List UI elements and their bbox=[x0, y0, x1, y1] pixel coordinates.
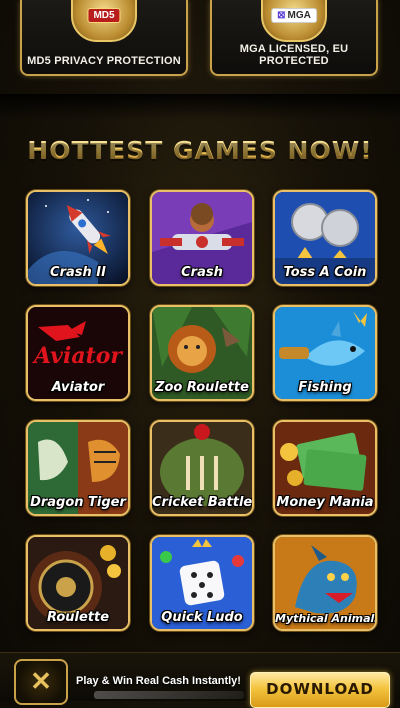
game-title: Mythical Animals bbox=[275, 612, 377, 625]
app-logo-icon: ✕ bbox=[14, 659, 68, 705]
game-title: Quick Ludo bbox=[161, 610, 243, 625]
game-tile-cricket-battle[interactable]: Cricket Battle bbox=[150, 420, 254, 516]
banner-tagline: Play & Win Real Cash Instantly! bbox=[76, 675, 241, 687]
game-title: Zoo Roulette bbox=[155, 380, 249, 395]
game-title: Dragon Tiger bbox=[30, 495, 126, 510]
game-tile-aviator[interactable]: Aviator Aviator bbox=[26, 305, 130, 401]
download-button[interactable]: DOWNLOAD bbox=[250, 672, 390, 708]
game-title: Aviator bbox=[51, 380, 105, 395]
game-tile-roulette[interactable]: Roulette bbox=[26, 535, 130, 631]
game-tile-money-mania[interactable]: Money Mania bbox=[273, 420, 377, 516]
game-title: Cricket Battle bbox=[152, 495, 253, 510]
download-button-label: DOWNLOAD bbox=[266, 680, 374, 698]
game-tile-fishing[interactable]: Fishing bbox=[273, 305, 377, 401]
game-title: Roulette bbox=[46, 610, 110, 625]
game-tile-mythical-animals[interactable]: Mythical Animals bbox=[273, 535, 377, 631]
game-tile-zoo-roulette[interactable]: Zoo Roulette bbox=[150, 305, 254, 401]
game-title: Crash II bbox=[50, 265, 106, 280]
game-title: Toss A Coin bbox=[283, 265, 367, 280]
game-title: Money Mania bbox=[276, 495, 374, 510]
game-tile-toss-a-coin[interactable]: Toss A Coin bbox=[273, 190, 377, 286]
game-tile-crash[interactable]: Crash bbox=[150, 190, 254, 286]
banner-subtext bbox=[94, 691, 244, 699]
game-title: Crash bbox=[181, 265, 223, 280]
crown-x-icon: ✕ bbox=[30, 667, 52, 697]
game-tile-dragon-tiger[interactable]: Dragon Tiger bbox=[26, 420, 130, 516]
game-tile-quick-ludo[interactable]: Quick Ludo bbox=[150, 535, 254, 631]
game-title: Fishing bbox=[298, 380, 352, 395]
game-tile-crash-ii[interactable]: Crash II bbox=[26, 190, 130, 286]
svg-text:Aviator: Aviator bbox=[32, 343, 123, 369]
game-grid: Crash II Crash Toss A Coin Aviator Aviat… bbox=[0, 0, 400, 700]
